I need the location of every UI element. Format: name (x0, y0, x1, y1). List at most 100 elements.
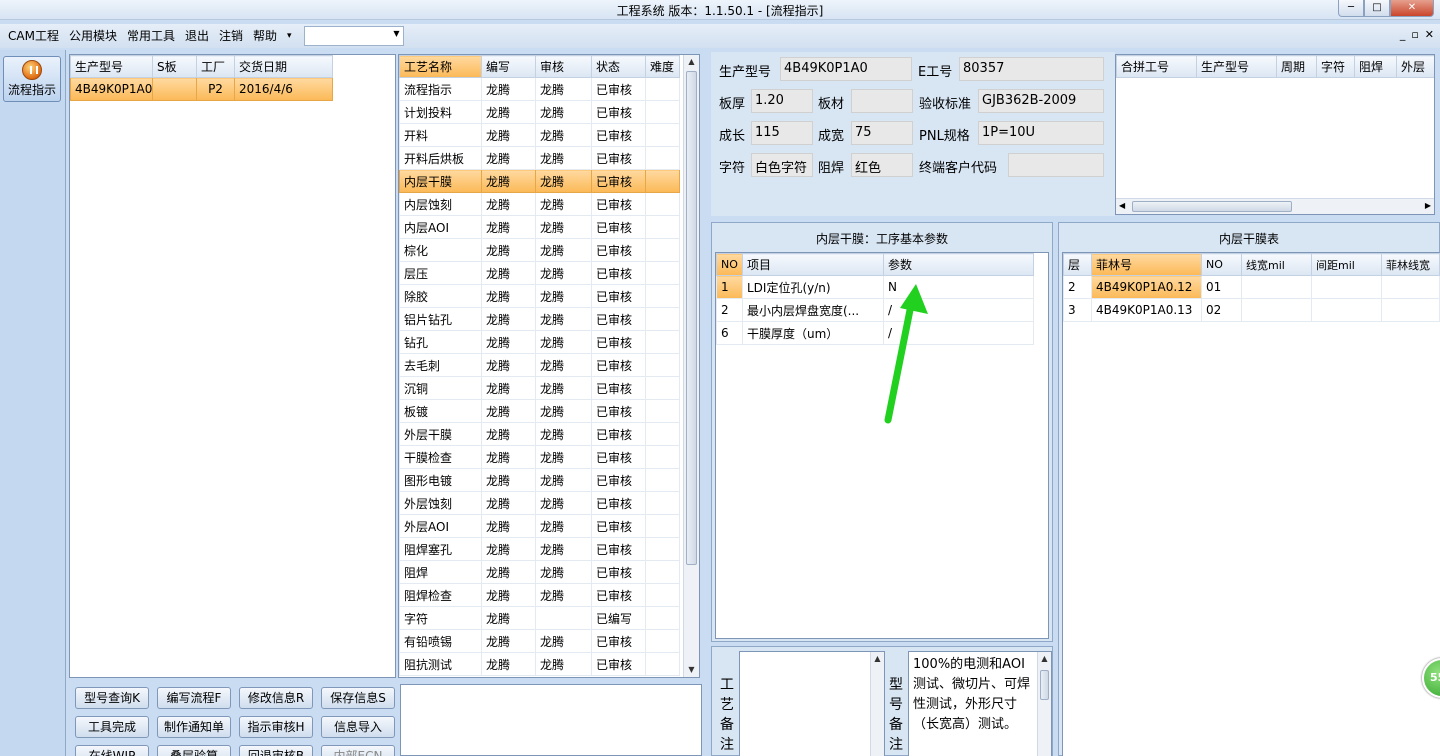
table-row[interactable]: 3 4B49K0P1A0.13 02 (1063, 298, 1440, 322)
tool-complete-button[interactable]: 工具完成 (75, 716, 149, 738)
col-no[interactable]: NO (716, 253, 743, 276)
col-line-width[interactable]: 线宽mil (1241, 253, 1312, 276)
table-row[interactable]: 干膜检查 龙腾 龙腾 已审核 (399, 445, 680, 469)
scroll-thumb[interactable] (1040, 670, 1049, 700)
thickness-field[interactable]: 1.20 (751, 89, 813, 113)
col-spacing[interactable]: 间距mil (1311, 253, 1382, 276)
process-instruction-button[interactable]: 流程指示 (3, 56, 61, 102)
col-s-board[interactable]: S板 (152, 55, 197, 78)
col-layer[interactable]: 层 (1063, 253, 1092, 276)
col-item[interactable]: 项目 (742, 253, 884, 276)
help-dropdown-icon[interactable]: ▾ (283, 25, 296, 47)
col-mask[interactable]: 阻焊 (1354, 55, 1397, 78)
col-param[interactable]: 参数 (883, 253, 1034, 276)
table-row[interactable]: 除胶 龙腾 龙腾 已审核 (399, 284, 680, 308)
minimize-button[interactable]: ─ (1338, 0, 1364, 17)
internal-ecn-button[interactable]: 内部ECN (321, 745, 395, 756)
scroll-up-icon[interactable]: ▲ (684, 55, 699, 69)
table-row[interactable]: 开料后烘板 龙腾 龙腾 已审核 (399, 146, 680, 170)
col-film-seq[interactable]: NO (1201, 253, 1242, 276)
process-scrollbar[interactable]: ▲ ▼ (683, 55, 699, 677)
close-button[interactable]: ✕ (1390, 0, 1434, 17)
prod-model-field[interactable]: 4B49K0P1A0 (780, 57, 912, 81)
online-wip-button[interactable]: 在线WIP (75, 745, 149, 756)
table-row[interactable]: 阻抗测试 龙腾 龙腾 已审核 (399, 652, 680, 676)
pnl-field[interactable]: 1P=10U (978, 121, 1104, 145)
table-row[interactable]: 层压 龙腾 龙腾 已审核 (399, 261, 680, 285)
table-row[interactable]: 阻焊塞孔 龙腾 龙腾 已审核 (399, 537, 680, 561)
table-row[interactable]: 有铅喷锡 龙腾 龙腾 已审核 (399, 629, 680, 653)
col-writer[interactable]: 编写 (481, 55, 536, 78)
mask-field[interactable]: 红色 (851, 153, 913, 177)
write-process-button[interactable]: 编写流程F (157, 687, 231, 709)
make-notice-button[interactable]: 制作通知单 (157, 716, 231, 738)
col-period[interactable]: 周期 (1276, 55, 1317, 78)
width-field[interactable]: 75 (851, 121, 913, 145)
col-char[interactable]: 字符 (1316, 55, 1355, 78)
menu-cam[interactable]: CAM工程 (4, 25, 63, 47)
table-row[interactable]: 外层AOI 龙腾 龙腾 已审核 (399, 514, 680, 538)
col-film-line-width[interactable]: 菲林线宽 (1381, 253, 1440, 276)
model-query-button[interactable]: 型号查询K (75, 687, 149, 709)
scroll-thumb[interactable] (686, 71, 697, 565)
table-row[interactable]: 图形电镀 龙腾 龙腾 已审核 (399, 468, 680, 492)
scroll-up-icon[interactable]: ▲ (871, 652, 884, 666)
stack-check-button[interactable]: 叠层验算 (157, 745, 231, 756)
menu-exit[interactable]: 退出 (181, 25, 213, 47)
scroll-up-icon[interactable]: ▲ (1038, 652, 1051, 666)
menu-combo-box[interactable]: ▼ (303, 26, 404, 46)
col-film-no[interactable]: 菲林号 (1091, 253, 1202, 276)
mdi-close-button[interactable]: ✕ (1425, 28, 1434, 41)
table-row[interactable]: 沉铜 龙腾 龙腾 已审核 (399, 376, 680, 400)
info-import-button[interactable]: 信息导入 (321, 716, 395, 738)
table-row[interactable]: 阻焊检查 龙腾 龙腾 已审核 (399, 583, 680, 607)
table-row[interactable]: 去毛刺 龙腾 龙腾 已审核 (399, 353, 680, 377)
col-process-name[interactable]: 工艺名称 (399, 55, 482, 78)
table-row[interactable]: 开料 龙腾 龙腾 已审核 (399, 123, 680, 147)
maximize-button[interactable]: □ (1364, 0, 1390, 17)
table-row[interactable]: 4B49K0P1A0 P2 2016/4/6 (70, 77, 333, 101)
table-row[interactable]: 板镀 龙腾 龙腾 已审核 (399, 399, 680, 423)
scroll-left-icon[interactable]: ◀ (1119, 201, 1125, 210)
e-no-field[interactable]: 80357 (959, 57, 1104, 81)
save-info-button[interactable]: 保存信息S (321, 687, 395, 709)
scroll-right-icon[interactable]: ▶ (1425, 201, 1431, 210)
col-combine-model[interactable]: 生产型号 (1196, 55, 1277, 78)
col-difficulty[interactable]: 难度 (645, 55, 680, 78)
menu-logout[interactable]: 注销 (215, 25, 247, 47)
table-row[interactable]: 计划投料 龙腾 龙腾 已审核 (399, 100, 680, 124)
rollback-review-button[interactable]: 回退审核B (239, 745, 313, 756)
length-field[interactable]: 115 (751, 121, 813, 145)
process-note-scrollbar[interactable]: ▲ (870, 652, 884, 756)
col-factory[interactable]: 工厂 (196, 55, 235, 78)
col-reviewer[interactable]: 审核 (535, 55, 592, 78)
table-row[interactable]: 外层蚀刻 龙腾 龙腾 已审核 (399, 491, 680, 515)
mdi-restore-button[interactable]: ▫ (1411, 28, 1418, 41)
table-row[interactable]: 流程指示 龙腾 龙腾 已审核 (399, 77, 680, 101)
menu-common-modules[interactable]: 公用模块 (65, 25, 121, 47)
col-delivery-date[interactable]: 交货日期 (234, 55, 333, 78)
char-field[interactable]: 白色字符 (751, 153, 813, 177)
model-note-scrollbar[interactable]: ▲ (1037, 652, 1051, 756)
table-row[interactable]: 棕化 龙腾 龙腾 已审核 (399, 238, 680, 262)
table-row[interactable]: 内层干膜 龙腾 龙腾 已审核 (399, 169, 680, 193)
scroll-thumb[interactable] (1132, 201, 1292, 212)
table-row[interactable]: 内层蚀刻 龙腾 龙腾 已审核 (399, 192, 680, 216)
table-row[interactable]: 外层干膜 龙腾 龙腾 已审核 (399, 422, 680, 446)
material-field[interactable] (851, 89, 913, 113)
col-status[interactable]: 状态 (591, 55, 646, 78)
table-row[interactable]: 钻孔 龙腾 龙腾 已审核 (399, 330, 680, 354)
table-row[interactable]: 铝片钻孔 龙腾 龙腾 已审核 (399, 307, 680, 331)
table-row[interactable]: 2 4B49K0P1A0.12 01 (1063, 275, 1440, 299)
menu-tools[interactable]: 常用工具 (123, 25, 179, 47)
menu-help[interactable]: 帮助 (249, 25, 281, 47)
col-combine-no[interactable]: 合拼工号 (1116, 55, 1197, 78)
mdi-minimize-button[interactable]: _ (1400, 28, 1406, 41)
table-row[interactable]: 阻焊 龙腾 龙腾 已审核 (399, 560, 680, 584)
modify-info-button[interactable]: 修改信息R (239, 687, 313, 709)
scroll-down-icon[interactable]: ▼ (684, 663, 699, 677)
process-note-box[interactable]: ▲ (739, 651, 885, 756)
standard-field[interactable]: GJB362B-2009 (978, 89, 1104, 113)
col-outer[interactable]: 外层 (1396, 55, 1434, 78)
table-row[interactable]: 字符 龙腾 已编写 (399, 606, 680, 630)
